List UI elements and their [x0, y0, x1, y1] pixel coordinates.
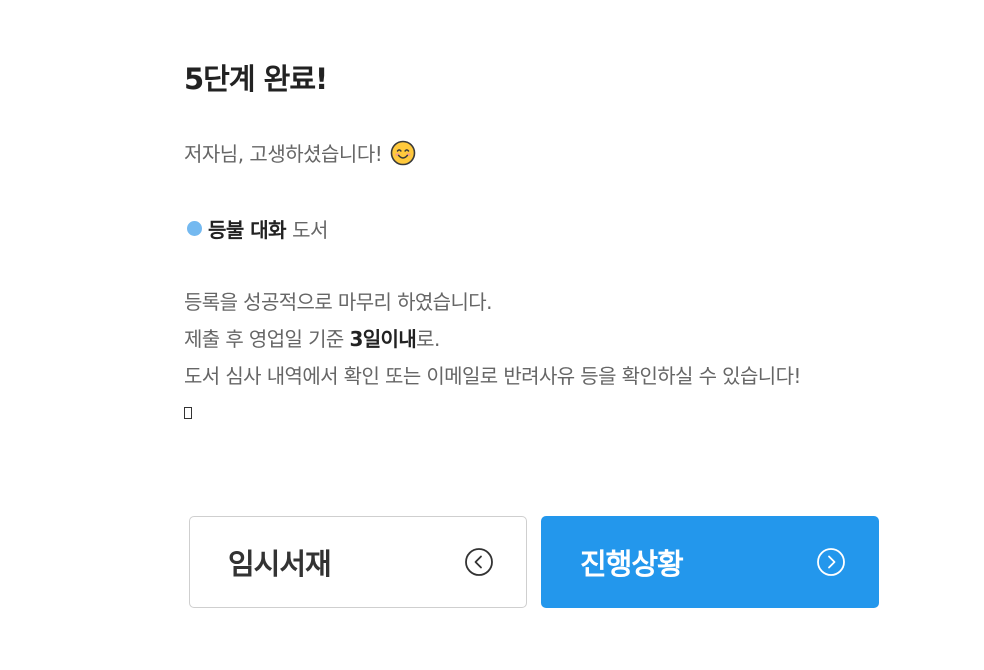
progress-status-label: 진행상황 [580, 547, 684, 581]
chevron-right-circle-icon [816, 547, 846, 577]
greeting-line: 저자님, 고생하셨습니다! [184, 138, 416, 167]
page-title: 5단계 완료! [184, 62, 328, 96]
book-title: 등불 대화 [208, 218, 287, 242]
draft-library-label: 임시서재 [228, 547, 332, 581]
book-info: 등불 대화 도서 [184, 214, 328, 243]
message-line-4 [184, 395, 801, 432]
bullet-dot-icon [187, 221, 202, 236]
message-line-1: 등록을 성공적으로 마무리 하였습니다. [184, 290, 492, 314]
message-line-3: 도서 심사 내역에서 확인 또는 이메일로 반려사유 등을 확인하실 수 있습니… [184, 364, 801, 388]
draft-library-button[interactable]: 임시서재 [189, 516, 527, 608]
progress-status-button[interactable]: 진행상황 [541, 516, 879, 608]
completion-message: 등록을 성공적으로 마무리 하였습니다. 제출 후 영업일 기준 3일이내로. … [184, 284, 801, 432]
message-line-2-prefix: 제출 후 영업일 기준 [184, 327, 350, 351]
message-line-2: 제출 후 영업일 기준 3일이내로. [184, 321, 801, 358]
missing-glyph-icon [184, 407, 192, 419]
message-line-2-suffix: 로. [416, 327, 440, 351]
smiling-face-icon [390, 140, 416, 166]
chevron-left-circle-icon [464, 547, 494, 577]
book-suffix: 도서 [292, 218, 328, 242]
review-period: 3일이내 [349, 327, 417, 351]
greeting-text: 저자님, 고생하셨습니다! [184, 142, 383, 166]
